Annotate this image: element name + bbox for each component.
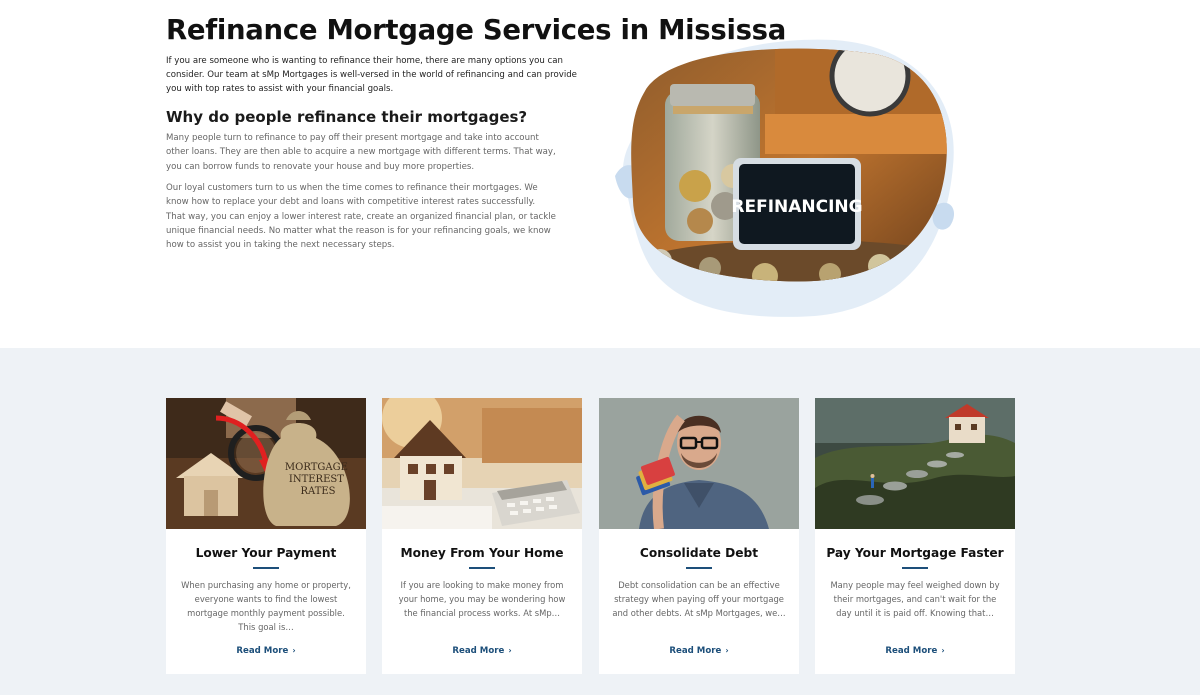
refinancing-illustration: REFINANCING xyxy=(615,39,955,317)
read-more-label: Read More xyxy=(885,646,938,656)
hero-paragraph: Many people turn to refinance to pay off… xyxy=(166,133,556,172)
refinancing-image: REFINANCING xyxy=(615,36,960,321)
chevron-right-icon: › xyxy=(725,646,729,655)
money-from-home-image xyxy=(382,398,582,529)
read-more-link[interactable]: Read More › xyxy=(599,645,799,657)
read-more-label: Read More xyxy=(236,646,289,656)
lower-payment-image: MORTGAGE INTEREST RATES xyxy=(166,398,366,529)
title-underline xyxy=(469,567,495,569)
title-underline xyxy=(686,567,712,569)
refinancing-sign-text: REFINANCING xyxy=(731,197,862,217)
hero-section: Refinance Mortgage Services in Mississau… xyxy=(0,0,1200,348)
card-title: Lower Your Payment xyxy=(195,546,337,560)
chevron-right-icon: › xyxy=(292,646,296,655)
card-description: Many people may feel weighed down by the… xyxy=(830,580,1000,618)
title-underline xyxy=(902,567,928,569)
service-card-lower-payment: MORTGAGE INTEREST RATES Lower Your Payme… xyxy=(166,398,366,674)
read-more-label: Read More xyxy=(452,646,505,656)
card-description: If you are looking to make money from yo… xyxy=(398,580,566,618)
hero-intro-text: If you are someone who is wanting to ref… xyxy=(166,56,577,94)
hero-paragraph: Our loyal customers turn to us when the … xyxy=(166,183,556,251)
section-subtitle: Why do people refinance their mortgages? xyxy=(166,108,528,126)
title-underline xyxy=(253,567,279,569)
chevron-right-icon: › xyxy=(508,646,512,655)
chevron-right-icon: › xyxy=(941,646,945,655)
service-card-pay-faster: Pay Your Mortgage Faster Many people may… xyxy=(815,398,1015,674)
service-card-money-from-home: Money From Your Home If you are looking … xyxy=(382,398,582,674)
read-more-link[interactable]: Read More › xyxy=(815,645,1015,657)
card-title: Money From Your Home xyxy=(400,546,564,560)
service-card-consolidate-debt: Consolidate Debt Debt consolidation can … xyxy=(599,398,799,674)
consolidate-debt-image xyxy=(599,398,799,529)
services-section: MORTGAGE INTEREST RATES Lower Your Payme… xyxy=(0,348,1200,695)
card-title: Pay Your Mortgage Faster xyxy=(826,546,1004,560)
read-more-link[interactable]: Read More › xyxy=(166,645,366,657)
card-title: Consolidate Debt xyxy=(639,546,759,560)
pay-faster-image xyxy=(815,398,1015,529)
read-more-label: Read More xyxy=(669,646,722,656)
card-description: When purchasing any home or property, ev… xyxy=(181,580,351,632)
read-more-link[interactable]: Read More › xyxy=(382,645,582,657)
card-description: Debt consolidation can be an effective s… xyxy=(612,580,786,618)
